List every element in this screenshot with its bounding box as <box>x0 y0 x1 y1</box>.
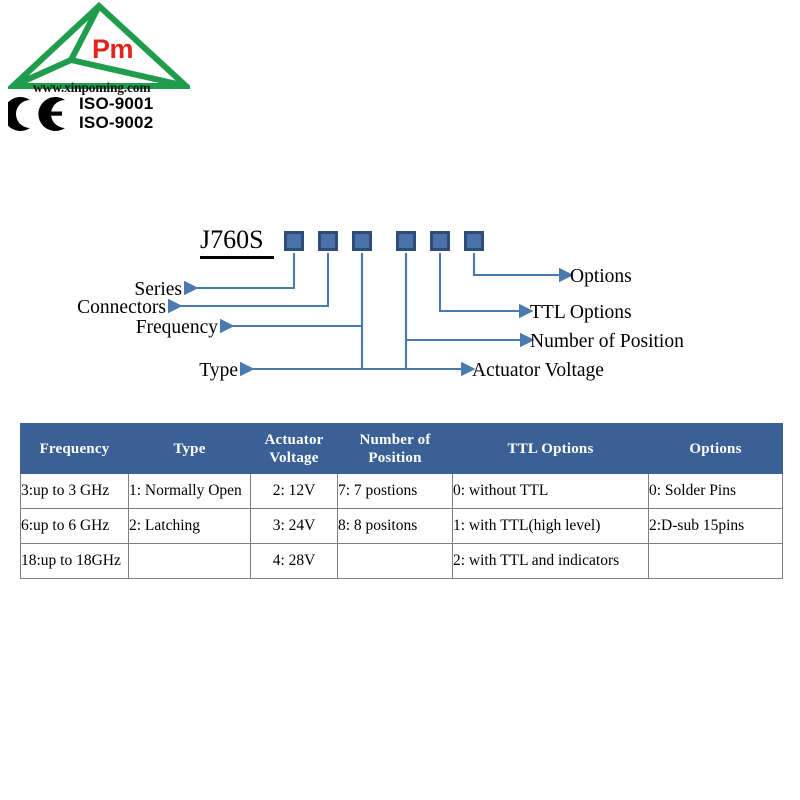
cell-type-1: 1: Normally Open <box>128 473 251 509</box>
iso-cert-9002: ISO-9002 <box>79 113 154 132</box>
iso-cert-9001: ISO-9001 <box>79 94 154 113</box>
column-header-actuator-voltage: Actuator Voltage <box>250 423 338 474</box>
table-header-row: Frequency Type Actuator Voltage Number o… <box>20 423 783 474</box>
cell-frequency-3: 18:up to 18GHz <box>20 543 129 579</box>
column-header-actuator-voltage-line2: Voltage <box>269 449 319 466</box>
diagram-label-actuator-voltage: Actuator Voltage <box>472 360 604 381</box>
diagram-label-frequency: Frequency <box>135 317 218 338</box>
iso-certifications: ISO-9001 ISO-9002 <box>79 94 153 132</box>
cell-options-3 <box>648 543 783 579</box>
cell-ttl-options-3: 2: with TTL and indicators <box>452 543 649 579</box>
cell-frequency-2: 6:up to 6 GHz <box>20 508 129 544</box>
part-number-options-table: Frequency Type Actuator Voltage Number o… <box>20 423 783 579</box>
column-header-frequency: Frequency <box>20 423 129 474</box>
column-header-actuator-voltage-line1: Actuator <box>264 431 324 448</box>
diagram-label-ttl-options: TTL Options <box>530 302 632 323</box>
column-header-ttl-options-line1: TTL Options <box>507 440 594 457</box>
table-row: 18:up to 18GHz 4: 28V 2: with TTL and in… <box>20 543 783 579</box>
cell-number-of-position-3 <box>337 543 453 579</box>
logo-brand-text: Pm <box>92 34 134 64</box>
column-header-number-of-position-line1: Number of <box>359 431 431 448</box>
column-header-ttl-options: TTL Options <box>452 423 649 474</box>
cell-ttl-options-1: 0: without TTL <box>452 473 649 509</box>
diagram-label-options: Options <box>570 266 632 287</box>
cell-options-1: 0: Solder Pins <box>648 473 783 509</box>
diagram-label-connectors: Connectors <box>77 297 166 318</box>
column-header-options-line1: Options <box>689 440 742 457</box>
column-header-number-of-position: Number of Position <box>337 423 453 474</box>
cell-ttl-options-2: 1: with TTL(high level) <box>452 508 649 544</box>
ce-mark-icon <box>8 97 65 131</box>
cell-actuator-voltage-1: 2: 12V <box>250 473 338 509</box>
table-row: 3:up to 3 GHz 1: Normally Open 2: 12V 7:… <box>20 473 783 509</box>
cell-type-2: 2: Latching <box>128 508 251 544</box>
table-row: 6:up to 6 GHz 2: Latching 3: 24V 8: 8 po… <box>20 508 783 544</box>
column-header-type-line1: Type <box>173 440 206 457</box>
cell-actuator-voltage-2: 3: 24V <box>250 508 338 544</box>
diagram-label-type: Type <box>199 360 238 381</box>
cell-frequency-1: 3:up to 3 GHz <box>20 473 129 509</box>
column-header-number-of-position-line2: Position <box>368 449 422 466</box>
cell-actuator-voltage-3: 4: 28V <box>250 543 338 579</box>
cell-number-of-position-2: 8: 8 positons <box>337 508 453 544</box>
column-header-options: Options <box>648 423 783 474</box>
cell-number-of-position-1: 7: 7 postions <box>337 473 453 509</box>
cell-type-3 <box>128 543 251 579</box>
diagram-label-number-of-position: Number of Position <box>530 331 684 352</box>
company-logo-block: Pm www.xinpoming.com ISO-9001 ISO-9002 <box>0 0 220 145</box>
column-header-frequency-line1: Frequency <box>39 440 110 457</box>
cell-options-2: 2:D-sub 15pins <box>648 508 783 544</box>
part-number-diagram: J760S Series Connectors Frequency Type O… <box>0 205 800 405</box>
column-header-type: Type <box>128 423 251 474</box>
